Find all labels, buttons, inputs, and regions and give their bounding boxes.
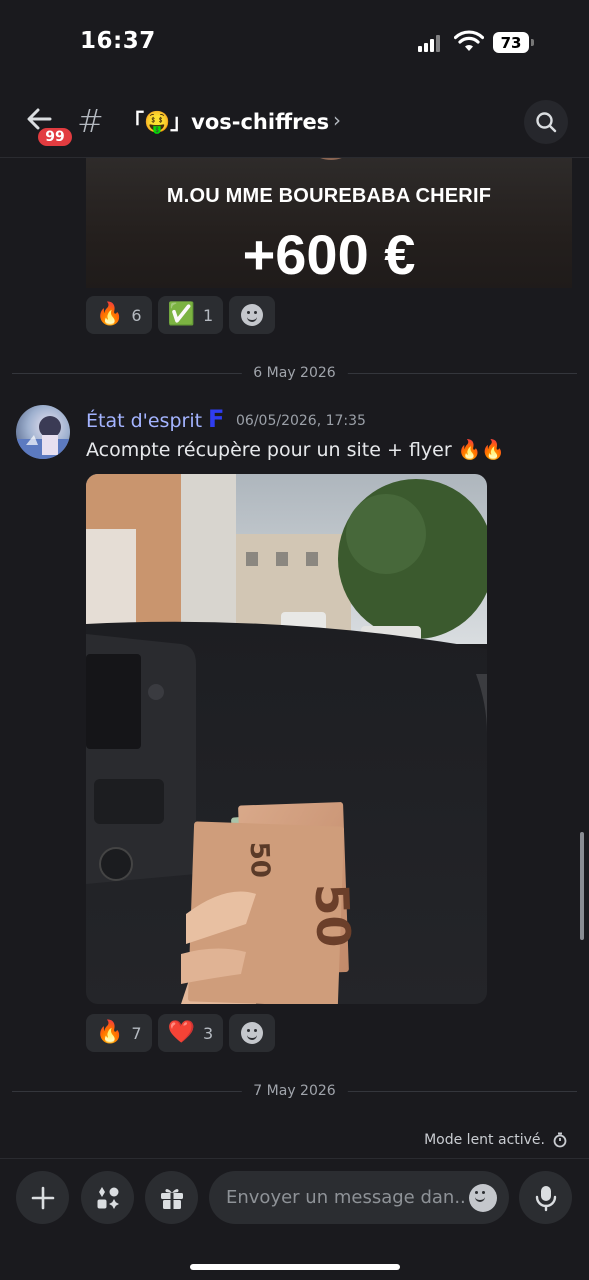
channel-title[interactable]: 「🤑」vos-chiffres <box>123 106 329 136</box>
message-text: Acompte récupère pour un site + flyer 🔥🔥 <box>86 439 506 461</box>
slow-mode-notice: Mode lent activé. <box>424 1132 567 1148</box>
reaction-check[interactable]: ✅ 1 <box>157 296 224 334</box>
date-divider-label: 7 May 2026 <box>241 1083 348 1099</box>
message-timestamp: 06/05/2026, 17:35 <box>236 413 366 429</box>
author-tag: F <box>208 405 225 433</box>
message-feed[interactable]: M.OU MME BOUREBABA CHERIF +600 € 🔥 6 ✅ 1… <box>0 158 589 1126</box>
voice-message-button[interactable] <box>519 1171 572 1224</box>
message-input-field[interactable] <box>209 1171 509 1224</box>
reaction-count: 7 <box>131 1023 142 1043</box>
date-divider: 6 May 2026 <box>12 365 577 381</box>
gift-icon <box>160 1188 183 1209</box>
fire-emoji-icon: 🔥 <box>96 302 124 327</box>
cellular-signal-icon <box>418 34 440 52</box>
add-reaction-button[interactable] <box>229 296 276 334</box>
svg-text:50: 50 <box>305 883 361 949</box>
add-reaction-button[interactable] <box>229 1014 276 1052</box>
fire-emoji-icon: 🔥 <box>96 1020 124 1045</box>
reaction-fire[interactable]: 🔥 7 <box>86 1014 152 1052</box>
smiley-icon <box>241 304 264 326</box>
check-emoji-icon: ✅ <box>167 302 195 327</box>
svg-text:50: 50 <box>244 841 275 878</box>
promo-image[interactable]: M.OU MME BOUREBABA CHERIF +600 € <box>86 158 572 288</box>
avatar[interactable] <box>16 405 70 459</box>
slow-mode-text: Mode lent activé. <box>424 1132 545 1148</box>
wifi-icon <box>454 30 484 51</box>
apps-icon <box>97 1186 119 1209</box>
plus-icon <box>31 1186 54 1209</box>
unread-badge: 99 <box>36 126 74 148</box>
avatar-illustration <box>16 416 70 459</box>
microphone-icon <box>535 1185 556 1211</box>
promo-client-name: M.OU MME BOUREBABA CHERIF <box>166 185 492 207</box>
emoji-picker-icon[interactable] <box>469 1184 497 1212</box>
date-divider: 7 May 2026 <box>12 1083 577 1099</box>
reaction-bar: 🔥 6 ✅ 1 <box>86 296 276 334</box>
scrollbar[interactable] <box>580 832 584 940</box>
attach-button[interactable] <box>16 1171 69 1224</box>
status-bar: 16:37 73 <box>0 0 589 88</box>
message-author[interactable]: État d'esprit <box>86 410 202 432</box>
promo-amount: +600 € <box>242 223 416 286</box>
message-photo[interactable]: 50 50 <box>86 474 487 1004</box>
reaction-bar: 🔥 7 ❤️ 3 <box>86 1014 276 1052</box>
channel-header: 99 # 「🤑」vos-chiffres › <box>0 88 589 158</box>
heart-emoji-icon: ❤️ <box>167 1020 195 1045</box>
reaction-count: 3 <box>203 1023 214 1043</box>
hash-icon: # <box>77 102 104 140</box>
message-input[interactable] <box>226 1171 466 1224</box>
date-divider-label: 6 May 2026 <box>241 365 348 381</box>
reaction-count: 6 <box>131 305 142 325</box>
reaction-heart[interactable]: ❤️ 3 <box>157 1014 224 1052</box>
reaction-fire[interactable]: 🔥 6 <box>86 296 152 334</box>
message-composer <box>0 1158 589 1280</box>
home-indicator[interactable] <box>190 1264 400 1270</box>
search-icon <box>536 112 557 133</box>
smiley-icon <box>241 1022 264 1044</box>
chevron-right-icon[interactable]: › <box>333 108 341 132</box>
promo-avatar <box>301 158 361 160</box>
battery-indicator: 73 <box>493 32 534 53</box>
search-button[interactable] <box>524 100 568 144</box>
apps-button[interactable] <box>81 1171 134 1224</box>
status-time: 16:37 <box>80 28 156 54</box>
photo-content: 50 50 <box>86 474 487 1004</box>
gift-button[interactable] <box>145 1171 198 1224</box>
reaction-count: 1 <box>203 305 214 325</box>
stopwatch-icon <box>553 1132 567 1148</box>
